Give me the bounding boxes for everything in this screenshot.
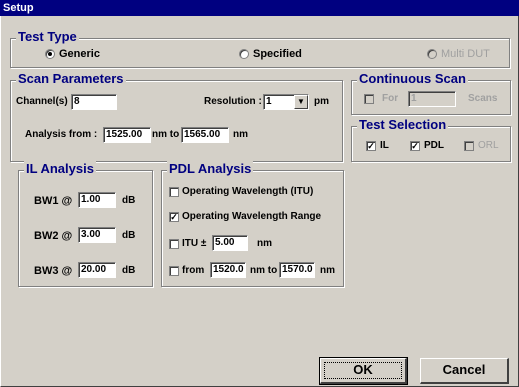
specified-label[interactable]: Specified bbox=[253, 47, 302, 61]
itu-input[interactable]: 5.00 bbox=[212, 235, 248, 251]
from-input[interactable]: 1520.0 bbox=[210, 262, 246, 278]
setup-dialog: Test Type Generic Specified Multi DUT Sc… bbox=[0, 16, 519, 387]
bw1-unit: dB bbox=[122, 195, 136, 206]
cancel-button[interactable]: Cancel bbox=[420, 358, 509, 384]
for-label: For bbox=[382, 93, 399, 104]
pdl-analysis-legend: PDL Analysis bbox=[167, 161, 254, 177]
resolution-unit: pm bbox=[314, 96, 329, 107]
chevron-down-icon[interactable]: ▼ bbox=[294, 95, 308, 109]
operating-wavelength-itu-checkbox[interactable] bbox=[169, 187, 179, 197]
continuous-scan-group: Continuous Scan For 1 Scans bbox=[351, 71, 511, 115]
test-type-group: Test Type Generic Specified Multi DUT bbox=[10, 29, 510, 68]
generic-label[interactable]: Generic bbox=[59, 47, 100, 61]
scan-parameters-group: Scan Parameters Channel(s) : 8 Resolutio… bbox=[10, 71, 343, 162]
pdl-analysis-group: PDL Analysis Operating Wavelength (ITU) … bbox=[161, 161, 344, 287]
multi-dut-radio[interactable] bbox=[427, 49, 437, 59]
analysis-from-input[interactable]: 1525.00 bbox=[103, 127, 151, 143]
itu-checkbox[interactable] bbox=[169, 239, 179, 249]
nm-to-label: nm to bbox=[152, 129, 180, 140]
to-unit: nm bbox=[320, 265, 335, 276]
generic-radio[interactable] bbox=[45, 49, 55, 59]
itu-label[interactable]: ITU ± bbox=[182, 237, 206, 251]
bw3-input[interactable]: 20.00 bbox=[78, 262, 116, 278]
multi-dut-label: Multi DUT bbox=[441, 48, 490, 60]
ok-button[interactable]: OK bbox=[319, 357, 408, 385]
scans-label: Scans bbox=[468, 93, 498, 104]
pdl-label[interactable]: PDL bbox=[424, 139, 444, 153]
focus-rectangle bbox=[324, 362, 402, 379]
continuous-scan-legend: Continuous Scan bbox=[357, 71, 468, 87]
specified-radio[interactable] bbox=[239, 49, 249, 59]
bw2-unit: dB bbox=[122, 230, 136, 241]
bw2-label: BW2 @ bbox=[34, 230, 73, 242]
il-analysis-legend: IL Analysis bbox=[24, 161, 96, 177]
bw1-label: BW1 @ bbox=[34, 195, 73, 207]
il-checkbox[interactable]: ✓ bbox=[366, 141, 376, 151]
operating-wavelength-range-label[interactable]: Operating Wavelength Range bbox=[182, 210, 321, 224]
channels-input[interactable]: 8 bbox=[71, 94, 117, 110]
pdl-checkbox[interactable]: ✓ bbox=[410, 141, 420, 151]
from-checkbox[interactable] bbox=[169, 266, 179, 276]
scan-count-input[interactable]: 1 bbox=[408, 91, 456, 107]
itu-unit: nm bbox=[257, 238, 272, 249]
window-title: Setup bbox=[0, 0, 519, 16]
bw1-input[interactable]: 1.00 bbox=[78, 192, 116, 208]
resolution-label: Resolution : bbox=[204, 96, 262, 107]
orl-checkbox[interactable] bbox=[464, 141, 474, 151]
bw3-label: BW3 @ bbox=[34, 265, 73, 277]
analysis-from-label: Analysis from : bbox=[25, 129, 98, 140]
to-input[interactable]: 1570.0 bbox=[279, 262, 315, 278]
operating-wavelength-itu-label[interactable]: Operating Wavelength (ITU) bbox=[182, 185, 313, 199]
test-type-legend: Test Type bbox=[16, 29, 79, 45]
analysis-to-input[interactable]: 1565.00 bbox=[181, 127, 229, 143]
from-nm-to-label: nm to bbox=[250, 265, 278, 276]
operating-wavelength-range-checkbox[interactable]: ✓ bbox=[169, 212, 179, 222]
il-analysis-group: IL Analysis BW1 @ 1.00 dB BW2 @ 3.00 dB … bbox=[18, 161, 153, 287]
scan-parameters-legend: Scan Parameters bbox=[16, 71, 126, 87]
il-label[interactable]: IL bbox=[380, 139, 389, 153]
channels-label: Channel(s) : bbox=[16, 96, 74, 107]
test-selection-group: Test Selection ✓ IL ✓ PDL ORL bbox=[351, 117, 511, 162]
bw2-input[interactable]: 3.00 bbox=[78, 227, 116, 243]
bw3-unit: dB bbox=[122, 265, 136, 276]
cancel-button-label: Cancel bbox=[442, 362, 486, 377]
nm-label: nm bbox=[233, 129, 248, 140]
from-label[interactable]: from bbox=[182, 264, 204, 278]
test-selection-legend: Test Selection bbox=[357, 117, 449, 133]
for-checkbox[interactable] bbox=[364, 94, 374, 104]
orl-label: ORL bbox=[478, 140, 499, 151]
